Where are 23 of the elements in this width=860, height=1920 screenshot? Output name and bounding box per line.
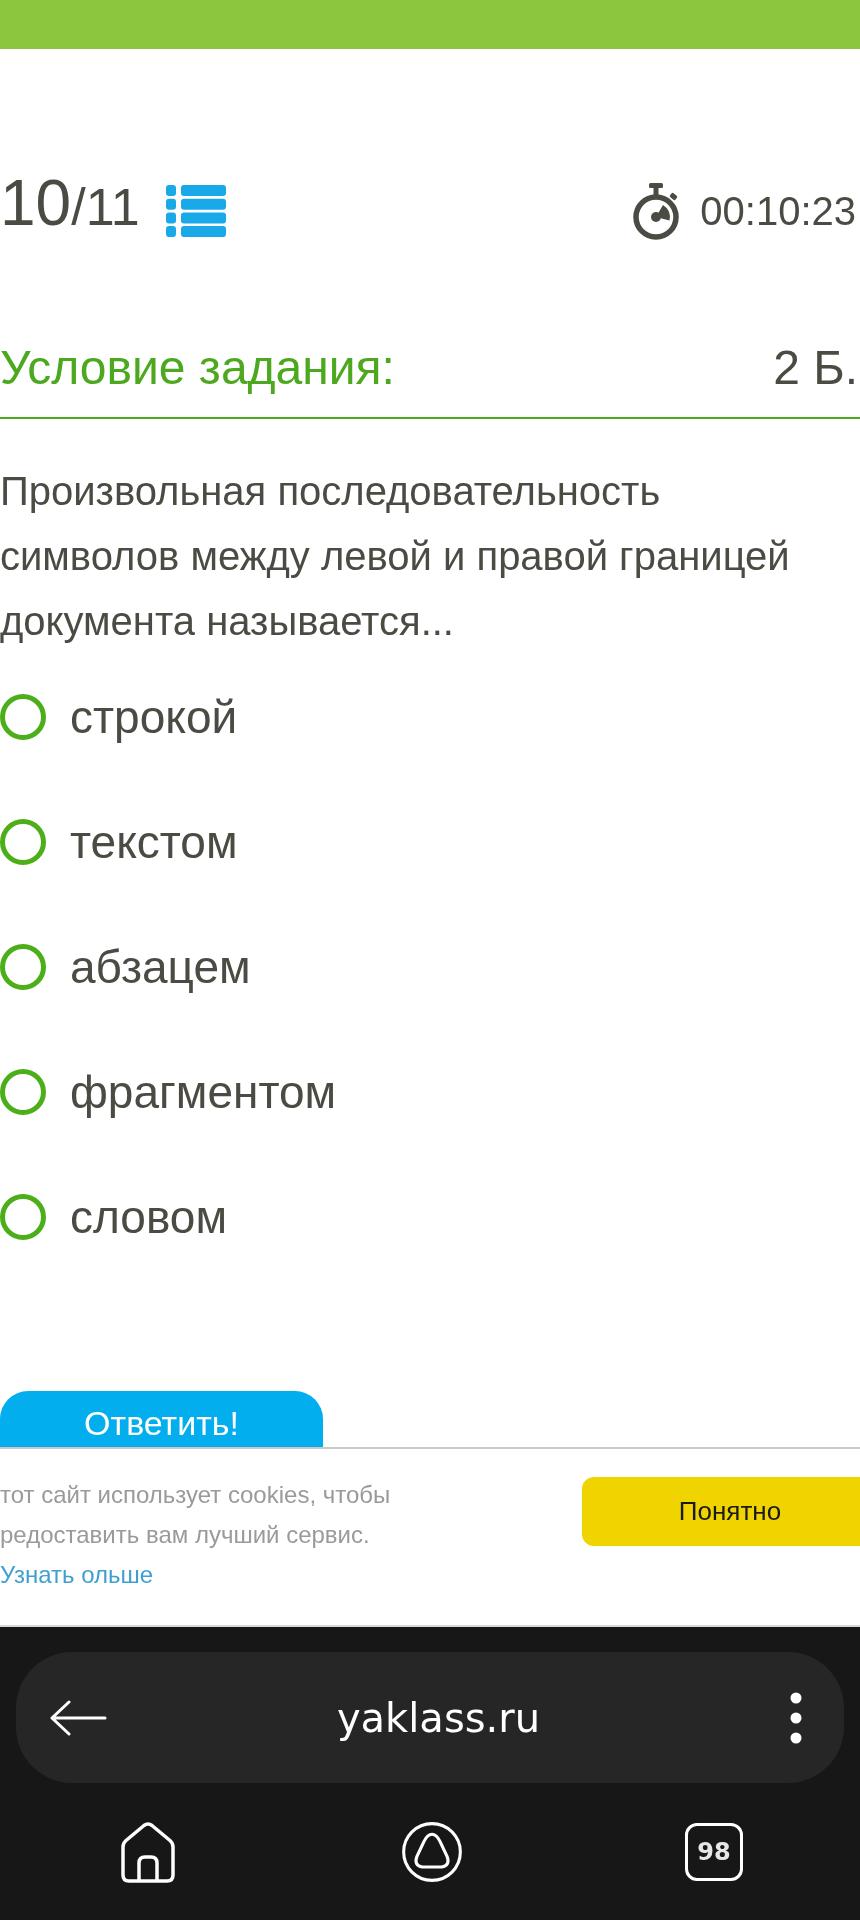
answer-option[interactable]: словом [0,1188,228,1245]
back-arrow-icon[interactable] [49,1699,107,1736]
address-bar[interactable]: yaklass.ru [16,1652,844,1783]
cookie-notice-text: тот сайт использует cookies, чтобы редоставить вам лучший сервис. Узнать ольше [0,1480,392,1590]
question-counter: 10/11 [0,167,140,241]
answer-option[interactable]: текстом [0,813,238,870]
timer-text: 00:10:23 [700,188,856,235]
radio-icon[interactable] [0,693,46,740]
radio-icon[interactable] [0,818,46,865]
tab-count-button[interactable]: 98 [685,1822,743,1881]
radio-icon[interactable] [0,943,46,990]
list-icon[interactable] [165,185,226,237]
answer-option[interactable]: абзацем [0,938,251,995]
more-options-icon[interactable] [790,1691,802,1744]
question-text: Произвольная последовательность символов между левой и правой границей документа называется... [0,468,791,645]
task-heading: Условие задания: [0,340,395,396]
answer-option[interactable]: строкой [0,688,238,745]
url-text: yaklass.ru [335,1693,542,1743]
accept-button[interactable]: Понятно [582,1477,860,1546]
answer-option[interactable]: фрагментом [0,1063,337,1120]
radio-icon[interactable] [0,1193,46,1240]
radio-icon[interactable] [0,1068,46,1115]
points-text: 2 Б. [773,340,858,396]
